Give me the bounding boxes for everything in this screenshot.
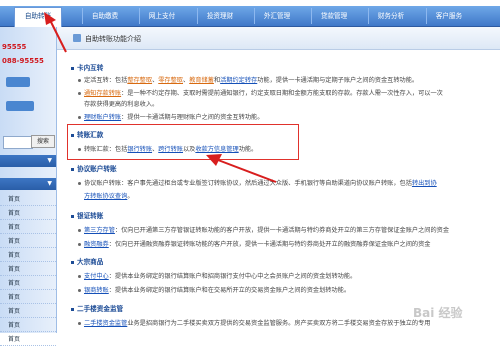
sidebar-item[interactable]: 首页 (0, 263, 56, 276)
nav-strip (0, 6, 500, 27)
sidebar-item[interactable]: 首页 (0, 333, 56, 346)
link-wealth-account[interactable]: 理财账户转账 (84, 114, 121, 121)
content-line: 银商转账：提供本业务绑定的银行结算账户和在交易所开立的交易资金账户之间的资金划转… (78, 285, 350, 294)
content-line: 支付中心：提供本业务绑定的银行结算账户和招商银行支付中心中之会员账户之间的资金划… (78, 271, 356, 280)
chevron-icon: ▼ (47, 157, 52, 164)
watermark: Bai 经验 (413, 306, 463, 320)
top-navigation: 自助转账 自助缴费 网上支付 投资理财 外汇管理 贷款管理 财务分析 客户服务 (0, 0, 500, 27)
sidebar-item[interactable]: 首页 (0, 235, 56, 248)
link-escrow[interactable]: 二手楼资金监管 (84, 320, 127, 327)
link-auto-deposit[interactable]: 活期约定转存 (220, 77, 257, 84)
link-bank-merchant[interactable]: 银商转账 (84, 287, 109, 294)
search-input[interactable] (3, 136, 33, 149)
link-education-savings[interactable]: 教育储蓄 (189, 77, 214, 84)
sidebar-blue-button-2[interactable] (6, 101, 34, 111)
section-title-agreement-transfer: 协议账户转账 (71, 163, 117, 173)
tab-online-pay[interactable]: 网上支付 (139, 8, 184, 24)
sidebar-item[interactable]: 首页 (0, 221, 56, 234)
link-payment-center[interactable]: 支付中心 (84, 273, 109, 280)
section-title-remittance: 转账汇款 (71, 129, 103, 139)
sidebar-item[interactable]: 首页 (0, 193, 56, 206)
content-line: 方转账协议查询。 (84, 193, 134, 200)
link-bank-transfer[interactable]: 银行转账 (127, 146, 152, 153)
tab-loan[interactable]: 贷款管理 (311, 8, 356, 24)
breadcrumb: 自助转账功能介绍 (85, 35, 141, 43)
section-title-card-transfer: 卡内互转 (71, 62, 103, 72)
search-button[interactable]: 搜索 (31, 135, 55, 148)
link-installment[interactable]: 零存整取 (158, 77, 183, 84)
tab-investment[interactable]: 投资理财 (197, 8, 242, 24)
link-agreement-query[interactable]: 方转账协议查询 (84, 193, 127, 200)
link-notice-deposit[interactable]: 通知存款转账 (84, 90, 121, 97)
sidebar-item[interactable]: 首页 (0, 249, 56, 262)
content-line: 通知存款转账：是一种不约定存期、支取时需提前通知银行，约定支取日期和金额方能支取… (78, 88, 443, 97)
content-line: 第三方存管：仅向已开通第三方存管银证转账功能的客户开放，提供一卡通活期与特约券商… (78, 225, 449, 234)
link-interbank-transfer[interactable]: 跨行转账 (158, 146, 183, 153)
sidebar-section-header-2[interactable]: ▼ (0, 178, 56, 190)
content-line: 二手楼资金监管业务是招商银行为二手楼买卖双方提供的交易资金监管服务。房产买卖双方… (78, 318, 431, 327)
link-lump-sum[interactable]: 整存整取 (127, 77, 152, 84)
breadcrumb-bar: 自助转账功能介绍 (57, 27, 500, 50)
content-line: 理财账户转账：提供一卡通活期与理财账户之间的资金互转功能。 (78, 112, 263, 121)
arrow-icon (44, 12, 67, 53)
arrow-icon-2 (206, 154, 277, 183)
left-sidebar: 95555 088-95555 搜索 ▼ ▼ 首页 首页 首页 首页 首页 首页… (0, 27, 57, 346)
tab-forex[interactable]: 外汇管理 (254, 8, 299, 24)
hotline-number-2: 088-95555 (2, 57, 44, 65)
sidebar-item[interactable]: 首页 (0, 319, 56, 332)
link-third-party-custody[interactable]: 第三方存管 (84, 227, 115, 234)
section-title-escrow: 二手楼资金监管 (71, 303, 123, 313)
link-transfer-out[interactable]: 转出到协 (412, 180, 437, 187)
sidebar-item[interactable]: 首页 (0, 291, 56, 304)
tab-customer-service[interactable]: 客户服务 (426, 8, 471, 24)
sidebar-item[interactable]: 首页 (0, 305, 56, 318)
content-line: 存款获得更高的利息收入。 (84, 101, 159, 108)
page-icon (73, 34, 81, 42)
sidebar-section-header[interactable]: ▼ (0, 155, 56, 167)
content-line: 融资融券：仅向已开通融资融券银证转账功能的客户开放，提供一卡通活期与特约券商处开… (78, 239, 431, 248)
tab-self-payment[interactable]: 自助缴费 (82, 8, 127, 24)
sidebar-item[interactable]: 首页 (0, 207, 56, 220)
sidebar-item[interactable]: 首页 (0, 277, 56, 290)
hotline-number: 95555 (2, 43, 27, 51)
section-title-commodities: 大宗商品 (71, 256, 103, 266)
tab-finance-analysis[interactable]: 财务分析 (368, 8, 413, 24)
link-margin-trading[interactable]: 融资融券 (84, 241, 109, 248)
sidebar-blue-button[interactable] (6, 77, 30, 87)
content-line: 定活互转：包括整存整取、零存整取、教育储蓄和活期约定转存功能，提供一卡通活期与定… (78, 75, 418, 84)
chevron-icon: ▼ (47, 180, 52, 187)
section-title-bank-securities: 银证转账 (71, 210, 103, 220)
